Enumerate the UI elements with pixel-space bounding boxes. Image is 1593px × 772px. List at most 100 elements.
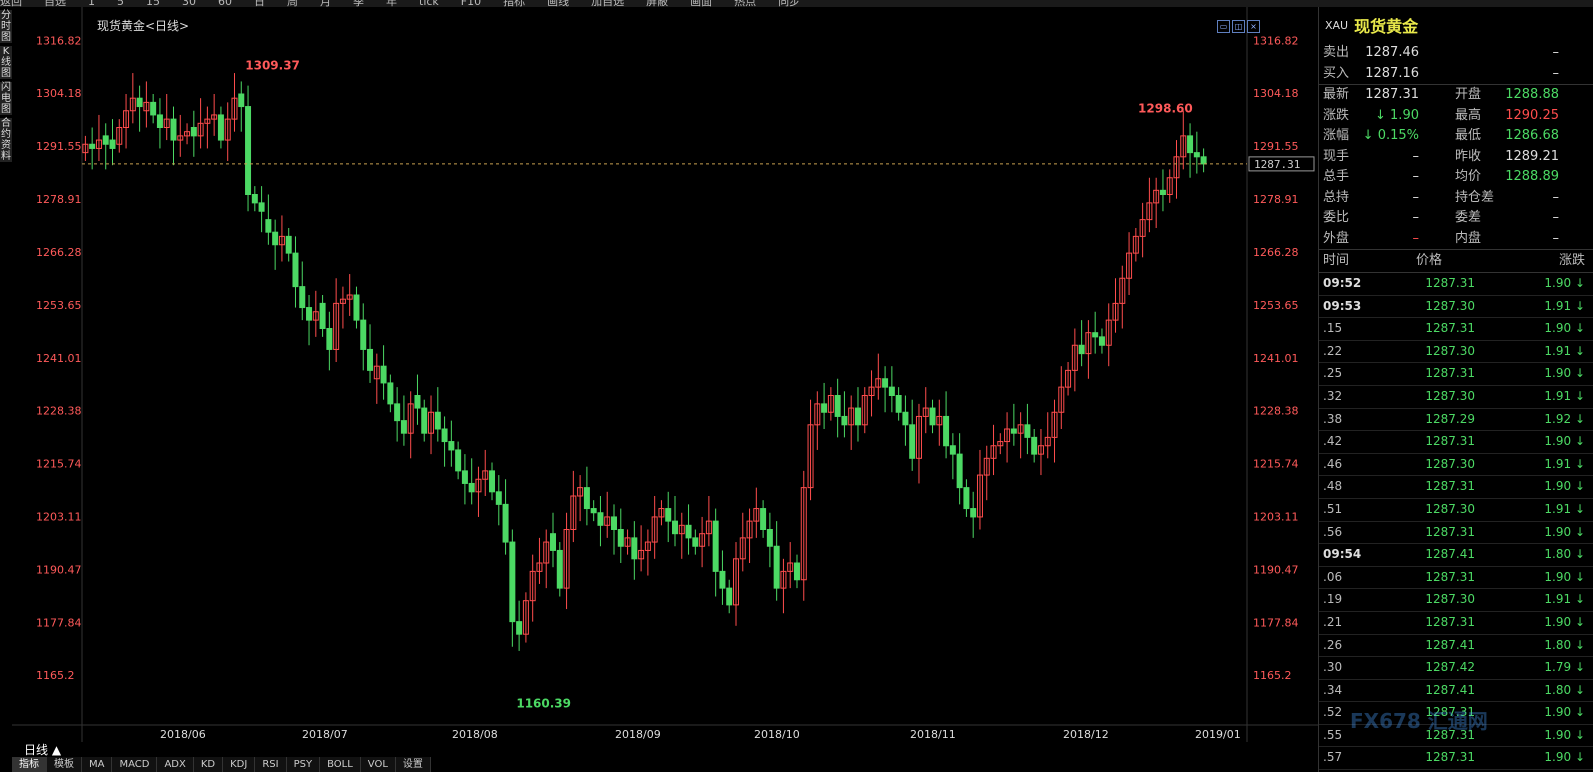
toolbar-item-4[interactable]: 15: [146, 0, 160, 7]
watermark-logo: FX678 汇通网: [1350, 709, 1488, 733]
y-tick-left: 1291.55: [36, 140, 82, 153]
tick-list[interactable]: 09:52 1287.31 1.90 ↓ 09:53 1287.30 1.91 ↓ .15 1…: [1319, 273, 1593, 771]
toolbar-item-13[interactable]: F10: [461, 0, 481, 7]
tick-row: .26 1287.41 1.80 ↓: [1319, 635, 1593, 658]
toolbar-item-11[interactable]: 年: [386, 0, 397, 7]
indicator-6[interactable]: KDJ: [223, 757, 256, 772]
x-axis-label: 2018/09: [615, 728, 661, 741]
y-tick-left: 1215.74: [36, 458, 82, 471]
quote-value: 1288.88: [1505, 87, 1559, 102]
tick-time: .25: [1323, 366, 1343, 381]
quote-value: 1287.46: [1365, 45, 1419, 60]
tick-time: .46: [1323, 456, 1343, 471]
candle-body: [245, 106, 252, 195]
toolbar-item-5[interactable]: 30: [182, 0, 196, 7]
toolbar-item-3[interactable]: 5: [117, 0, 124, 7]
toolbar-item-14[interactable]: 指标: [503, 0, 525, 7]
tick-row: .25 1287.31 1.90 ↓: [1319, 363, 1593, 386]
left-tab-1[interactable]: K线图: [0, 46, 12, 79]
candle-body: [455, 449, 462, 472]
toolbar-item-6[interactable]: 60: [218, 0, 232, 7]
candle-body: [821, 403, 828, 413]
y-tick-left: 1165.2: [36, 669, 75, 682]
quote-row: 买入 1287.16 –: [1319, 64, 1593, 85]
toolbar-item-20[interactable]: 同步: [778, 0, 800, 7]
candle-body: [516, 621, 523, 635]
toolbar-item-8[interactable]: 周: [287, 0, 298, 7]
candle-body: [685, 524, 692, 539]
candle-body: [502, 503, 509, 543]
toolbar-item-12[interactable]: tick: [419, 0, 439, 7]
restore-icon[interactable]: ▭: [1217, 20, 1230, 33]
tick-time: .34: [1323, 682, 1343, 697]
tick-price: 1287.29: [1425, 411, 1475, 426]
candle-body: [1193, 152, 1200, 158]
left-tab-3[interactable]: 合约资料: [0, 118, 12, 162]
candle-body: [367, 348, 374, 371]
indicator-10[interactable]: VOL: [360, 757, 396, 772]
indicator-5[interactable]: KD: [193, 757, 224, 772]
toolbar-item-10[interactable]: 季: [353, 0, 364, 7]
candle-body: [387, 382, 394, 405]
quote-value: 1287.16: [1365, 65, 1419, 81]
tick-price: 1287.30: [1425, 343, 1475, 358]
left-tab-2[interactable]: 闪电图: [0, 82, 12, 115]
tick-change: 1.79 ↓: [1544, 660, 1585, 675]
toolbar-item-1[interactable]: 自选: [44, 0, 66, 7]
indicator-9[interactable]: BOLL: [320, 757, 361, 772]
quote-label: 现手: [1323, 148, 1350, 164]
quote-table: 卖出 1287.46 – 买入 1287.16 – 最新 1287.31 开盘 1288.88 涨跌…: [1319, 43, 1593, 249]
candle-body: [943, 415, 950, 447]
candle-body: [631, 537, 638, 560]
indicator-0[interactable]: 指标: [12, 757, 47, 772]
left-tab-0[interactable]: 分时图: [0, 10, 12, 43]
candle-body: [949, 445, 956, 455]
maximize-icon[interactable]: ◫: [1232, 20, 1245, 33]
indicator-8[interactable]: PSY: [286, 757, 321, 772]
candle-body: [285, 235, 292, 254]
toolbar-item-9[interactable]: 月: [320, 0, 331, 7]
toolbar-item-18[interactable]: 画面: [690, 0, 712, 7]
candle-body: [617, 529, 624, 547]
high-annotation: 1309.37: [245, 59, 300, 73]
indicator-3[interactable]: MACD: [112, 757, 158, 772]
tick-row: .56 1287.31 1.90 ↓: [1319, 522, 1593, 545]
toolbar-item-2[interactable]: 1: [88, 0, 95, 7]
candle-body: [489, 470, 496, 493]
kline-chart-area[interactable]: 1316.82 1316.82 1304.18 1304.18 1291.55 1291.…: [12, 7, 1318, 742]
indicator-4[interactable]: ADX: [157, 757, 194, 772]
tick-time: 09:53: [1323, 298, 1362, 313]
indicator-1[interactable]: 模板: [47, 757, 82, 772]
tick-change: 1.90 ↓: [1544, 524, 1585, 539]
indicator-7[interactable]: RSI: [255, 757, 287, 772]
candle-body: [421, 407, 428, 434]
candle-body: [1031, 436, 1038, 455]
quote-row: 最新 1287.31 开盘 1288.88: [1319, 84, 1593, 106]
tick-change: 1.91 ↓: [1544, 592, 1585, 607]
toolbar-item-0[interactable]: 返回: [0, 0, 22, 7]
candle-body: [238, 93, 245, 108]
tick-time: .48: [1323, 479, 1343, 494]
toolbar-item-16[interactable]: 加自选: [591, 0, 624, 7]
toolbar-item-19[interactable]: 热点: [734, 0, 756, 7]
candle-body: [895, 395, 902, 413]
indicator-11[interactable]: 设置: [395, 757, 431, 772]
tick-header: 时间 价格 涨跌: [1319, 249, 1593, 273]
candle-body: [956, 453, 963, 489]
y-tick-left: 1241.01: [36, 352, 82, 365]
candlestick-chart[interactable]: 1316.82 1316.82 1304.18 1304.18 1291.55 1291.…: [12, 7, 1318, 742]
candle-body: [550, 533, 557, 551]
tick-row: .48 1287.31 1.90 ↓: [1319, 476, 1593, 499]
quote-value: ↓ 0.15%: [1362, 128, 1419, 143]
quote-value: –: [1412, 148, 1420, 164]
candle-body: [434, 411, 441, 430]
y-tick-right: 1253.65: [1253, 299, 1299, 312]
toolbar-item-7[interactable]: 日: [254, 0, 265, 7]
toolbar-item-17[interactable]: 屏蔽: [646, 0, 668, 7]
toolbar-item-15[interactable]: 画线: [547, 0, 569, 7]
close-icon[interactable]: ×: [1247, 20, 1260, 33]
indicator-2[interactable]: MA: [82, 757, 113, 772]
candle-body: [726, 587, 733, 606]
quote-value: –: [1412, 210, 1420, 225]
candle-body: [929, 407, 936, 426]
